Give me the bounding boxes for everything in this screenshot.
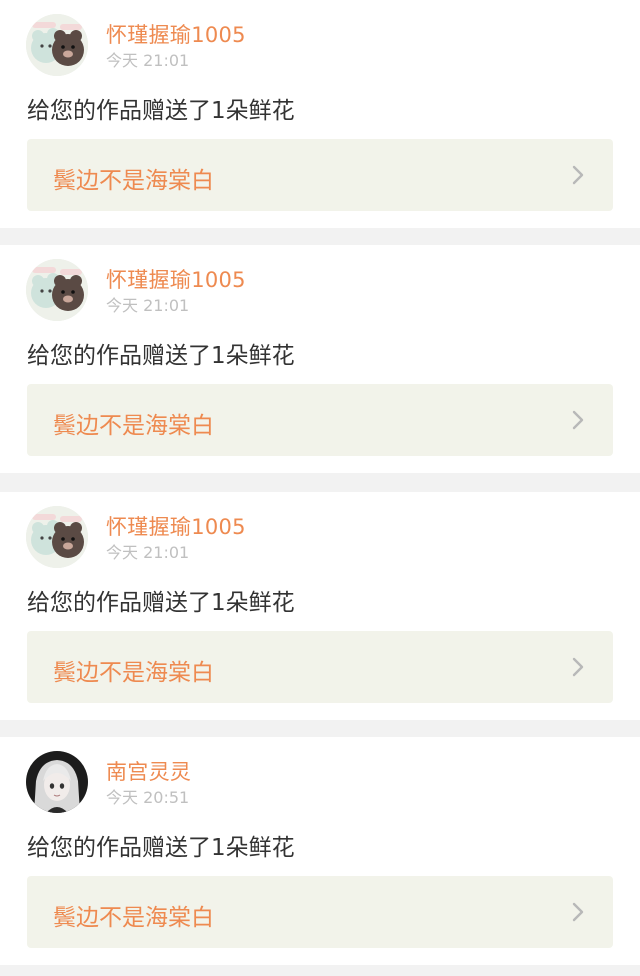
notification-card: 怀瑾握瑜1005 今天 21:01 给您的作品赠送了1朵鲜花 鬓边不是海棠白 <box>0 492 640 720</box>
work-link-button[interactable]: 鬓边不是海棠白 <box>27 631 613 703</box>
work-link-button[interactable]: 鬓边不是海棠白 <box>27 139 613 211</box>
chevron-right-icon <box>572 657 584 677</box>
work-link-button[interactable]: 鬓边不是海棠白 <box>27 876 613 948</box>
user-name[interactable]: 南宫灵灵 <box>106 756 191 786</box>
cartoon-bears-icon <box>26 259 88 321</box>
avatar[interactable] <box>26 259 88 321</box>
avatar[interactable] <box>26 506 88 568</box>
chevron-right-icon <box>572 410 584 430</box>
timestamp: 今天 21:01 <box>106 543 190 562</box>
user-name[interactable]: 怀瑾握瑜1005 <box>106 511 246 541</box>
chevron-right-icon <box>572 165 584 185</box>
work-title: 鬓边不是海棠白 <box>53 413 214 439</box>
work-title: 鬓边不是海棠白 <box>53 905 214 931</box>
notification-message: 给您的作品赠送了1朵鲜花 <box>27 590 295 616</box>
notification-message: 给您的作品赠送了1朵鲜花 <box>27 98 295 124</box>
anime-girl-icon <box>26 751 88 813</box>
avatar[interactable] <box>26 14 88 76</box>
notification-card: 南宫灵灵 今天 20:51 给您的作品赠送了1朵鲜花 鬓边不是海棠白 <box>0 737 640 965</box>
timestamp: 今天 21:01 <box>106 296 190 315</box>
notification-card: 怀瑾握瑜1005 今天 21:01 给您的作品赠送了1朵鲜花 鬓边不是海棠白 <box>0 0 640 228</box>
avatar[interactable] <box>26 751 88 813</box>
user-name[interactable]: 怀瑾握瑜1005 <box>106 264 246 294</box>
work-title: 鬓边不是海棠白 <box>53 168 214 194</box>
user-name[interactable]: 怀瑾握瑜1005 <box>106 19 246 49</box>
notification-message: 给您的作品赠送了1朵鲜花 <box>27 835 295 861</box>
notification-message: 给您的作品赠送了1朵鲜花 <box>27 343 295 369</box>
timestamp: 今天 21:01 <box>106 51 190 70</box>
chevron-right-icon <box>572 902 584 922</box>
work-title: 鬓边不是海棠白 <box>53 660 214 686</box>
cartoon-bears-icon <box>26 506 88 568</box>
timestamp: 今天 20:51 <box>106 788 190 807</box>
notification-card: 怀瑾握瑜1005 今天 21:01 给您的作品赠送了1朵鲜花 鬓边不是海棠白 <box>0 245 640 473</box>
work-link-button[interactable]: 鬓边不是海棠白 <box>27 384 613 456</box>
notification-feed: 怀瑾握瑜1005 今天 21:01 给您的作品赠送了1朵鲜花 鬓边不是海棠白 怀… <box>0 0 640 965</box>
cartoon-bears-icon <box>26 14 88 76</box>
